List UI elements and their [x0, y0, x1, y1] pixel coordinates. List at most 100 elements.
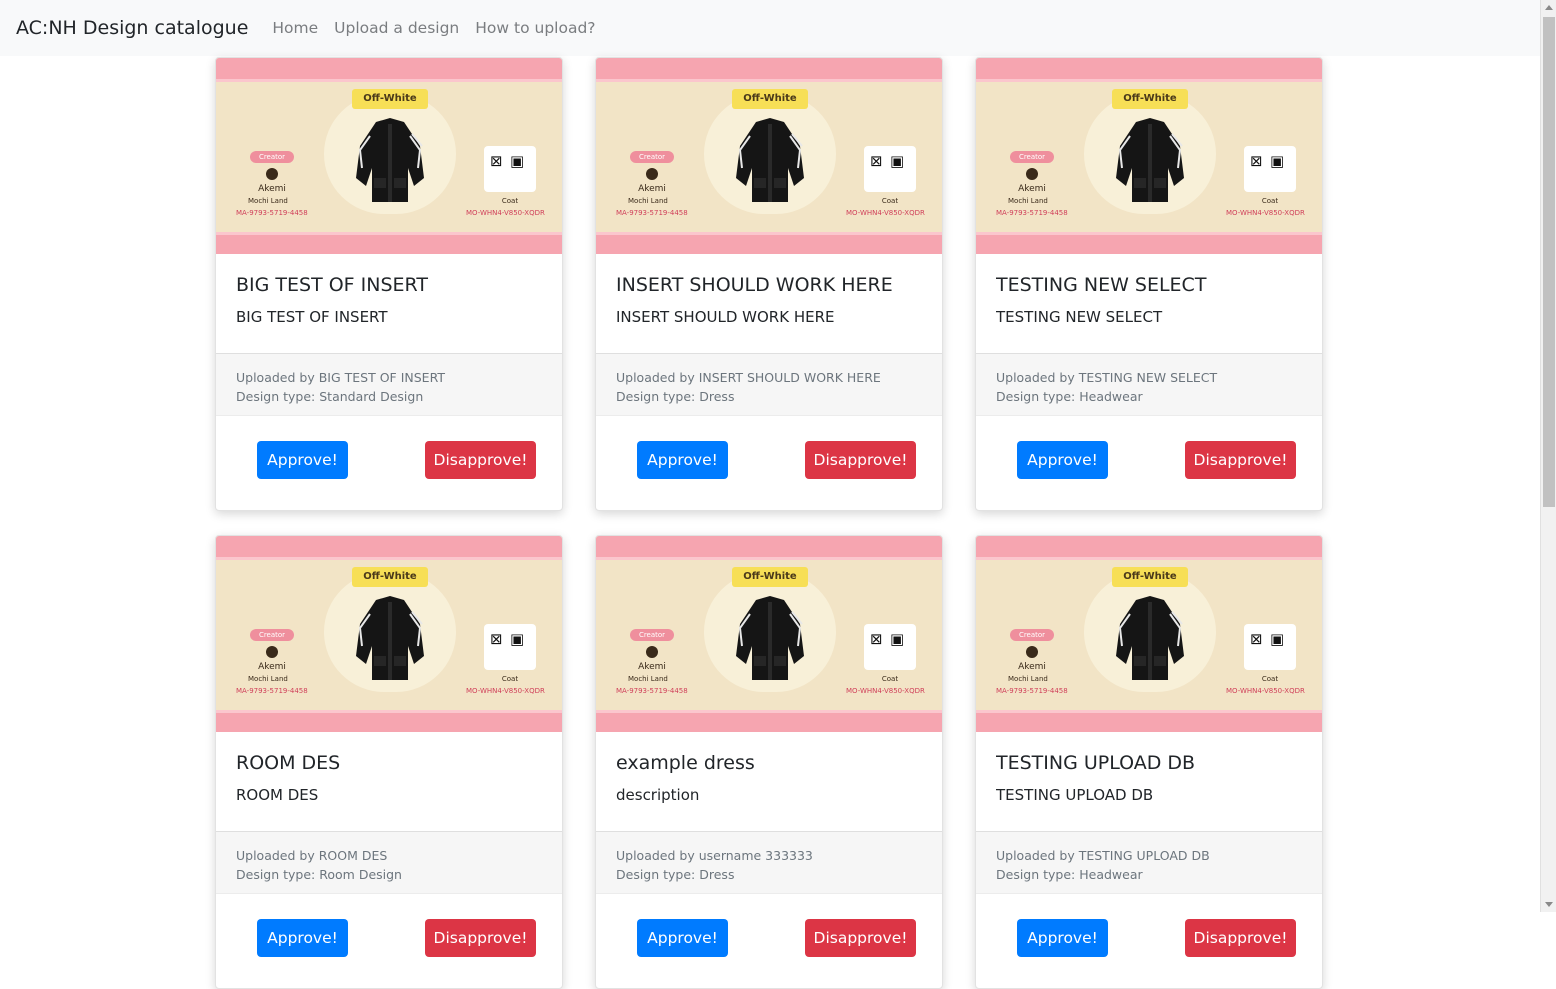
item-id: MO-WHN4-V850-XQDR: [466, 209, 545, 217]
creator-label-tag: Creator: [1010, 629, 1054, 641]
creator-label-tag: Creator: [630, 629, 674, 641]
creator-name: Akemi: [638, 662, 666, 672]
preview-top-band: [976, 536, 1322, 560]
card-description: ROOM DES: [236, 786, 319, 804]
card-footer: Uploaded by username 333333 Design type:…: [596, 832, 942, 894]
card-body: TESTING UPLOAD DB TESTING UPLOAD DB: [976, 732, 1322, 832]
pattern-garment-icon: ▣: [510, 152, 525, 170]
pattern-garment-icon: ▣: [1270, 152, 1285, 170]
approve-button[interactable]: Approve!: [257, 441, 348, 479]
approve-button[interactable]: Approve!: [637, 441, 728, 479]
design-type-value: Dress: [699, 867, 735, 882]
design-type-line: Design type: Headwear: [996, 865, 1302, 884]
preview-top-band: [596, 536, 942, 560]
page-scrollbar[interactable]: [1540, 0, 1556, 912]
card-title: BIG TEST OF INSERT: [236, 274, 428, 296]
creator-name: Akemi: [638, 184, 666, 194]
creator-island: Mochi Land: [628, 197, 668, 205]
preview-top-band: [216, 58, 562, 82]
uploader-line: Uploaded by TESTING UPLOAD DB: [996, 846, 1302, 865]
creator-name: Akemi: [1018, 184, 1046, 194]
preview-bottom-band: [596, 232, 942, 254]
uploader-line: Uploaded by TESTING NEW SELECT: [996, 368, 1302, 387]
card-title: TESTING NEW SELECT: [996, 274, 1207, 296]
card-description: TESTING NEW SELECT: [996, 308, 1163, 326]
creator-island: Mochi Land: [248, 675, 288, 683]
creator-label-tag: Creator: [630, 151, 674, 163]
preview-brand-tag: Off-White: [352, 567, 428, 587]
card-footer: Uploaded by TESTING NEW SELECT Design ty…: [976, 354, 1322, 416]
disapprove-button[interactable]: Disapprove!: [805, 919, 916, 957]
design-pattern-thumbnail: ⊠ ▣: [484, 146, 536, 192]
preview-brand-tag: Off-White: [732, 567, 808, 587]
creator-id: MA-9793-5719-4458: [236, 687, 308, 695]
disapprove-button[interactable]: Disapprove!: [805, 441, 916, 479]
creator-name: Akemi: [1018, 662, 1046, 672]
coat-icon: [1116, 596, 1184, 680]
design-card: Off-White Creator Akemi Mochi Land MA-97…: [215, 535, 563, 989]
design-pattern-thumbnail: ⊠ ▣: [484, 624, 536, 670]
disapprove-button[interactable]: Disapprove!: [425, 441, 536, 479]
scroll-up-arrow-icon[interactable]: [1545, 5, 1553, 10]
design-type-label: Design type:: [236, 867, 320, 882]
preview-brand-tag: Off-White: [352, 89, 428, 109]
preview-bottom-band: [976, 710, 1322, 732]
uploader-name: username 333333: [698, 848, 813, 863]
preview-top-band: [216, 536, 562, 560]
pattern-cross-icon: ⊠: [490, 152, 503, 170]
card-title: TESTING UPLOAD DB: [996, 752, 1196, 774]
creator-avatar-icon: [1026, 646, 1038, 658]
design-type-value: Dress: [699, 389, 735, 404]
design-preview-image: Off-White Creator Akemi Mochi Land MA-97…: [216, 536, 562, 732]
creator-id: MA-9793-5719-4458: [996, 687, 1068, 695]
preview-top-band: [596, 58, 942, 82]
approve-button[interactable]: Approve!: [1017, 441, 1108, 479]
uploader-line: Uploaded by username 333333: [616, 846, 922, 865]
design-type-label: Design type:: [996, 389, 1080, 404]
item-id: MO-WHN4-V850-XQDR: [1226, 687, 1305, 695]
pattern-garment-icon: ▣: [1270, 630, 1285, 648]
uploader-line: Uploaded by INSERT SHOULD WORK HERE: [616, 368, 922, 387]
creator-name: Akemi: [258, 184, 286, 194]
pattern-cross-icon: ⊠: [870, 630, 883, 648]
design-preview-image: Off-White Creator Akemi Mochi Land MA-97…: [976, 58, 1322, 254]
design-type-line: Design type: Standard Design: [236, 387, 542, 406]
preview-bottom-band: [216, 710, 562, 732]
approve-button[interactable]: Approve!: [1017, 919, 1108, 957]
disapprove-button[interactable]: Disapprove!: [1185, 919, 1296, 957]
uploader-name: TESTING UPLOAD DB: [1078, 848, 1210, 863]
card-actions: Approve! Disapprove!: [216, 894, 562, 988]
design-card-grid: Off-White Creator Akemi Mochi Land MA-97…: [0, 0, 1540, 989]
item-type: Coat: [501, 197, 519, 205]
design-type-line: Design type: Headwear: [996, 387, 1302, 406]
preview-brand-tag: Off-White: [732, 89, 808, 109]
design-card: Off-White Creator Akemi Mochi Land MA-97…: [595, 57, 943, 511]
design-preview-image: Off-White Creator Akemi Mochi Land MA-97…: [976, 536, 1322, 732]
coat-icon: [356, 118, 424, 202]
scroll-down-arrow-icon[interactable]: [1545, 902, 1553, 907]
card-actions: Approve! Disapprove!: [216, 416, 562, 510]
disapprove-button[interactable]: Disapprove!: [425, 919, 536, 957]
uploader-line: Uploaded by ROOM DES: [236, 846, 542, 865]
card-body: TESTING NEW SELECT TESTING NEW SELECT: [976, 254, 1322, 354]
design-type-value: Room Design: [319, 867, 402, 882]
creator-island: Mochi Land: [1008, 675, 1048, 683]
uploader-line: Uploaded by BIG TEST OF INSERT: [236, 368, 542, 387]
card-actions: Approve! Disapprove!: [596, 416, 942, 510]
pattern-garment-icon: ▣: [510, 630, 525, 648]
coat-icon: [356, 596, 424, 680]
uploaded-by-label: Uploaded by: [236, 848, 319, 863]
uploaded-by-label: Uploaded by: [996, 848, 1079, 863]
approve-button[interactable]: Approve!: [257, 919, 348, 957]
preview-brand-tag: Off-White: [1112, 89, 1188, 109]
card-body: INSERT SHOULD WORK HERE INSERT SHOULD WO…: [596, 254, 942, 354]
pattern-cross-icon: ⊠: [1250, 152, 1263, 170]
design-type-value: Headwear: [1079, 389, 1143, 404]
design-type-label: Design type:: [236, 389, 320, 404]
design-preview-image: Off-White Creator Akemi Mochi Land MA-97…: [216, 58, 562, 254]
approve-button[interactable]: Approve!: [637, 919, 728, 957]
disapprove-button[interactable]: Disapprove!: [1185, 441, 1296, 479]
design-pattern-thumbnail: ⊠ ▣: [864, 624, 916, 670]
creator-id: MA-9793-5719-4458: [616, 687, 688, 695]
scrollbar-thumb[interactable]: [1543, 17, 1555, 507]
